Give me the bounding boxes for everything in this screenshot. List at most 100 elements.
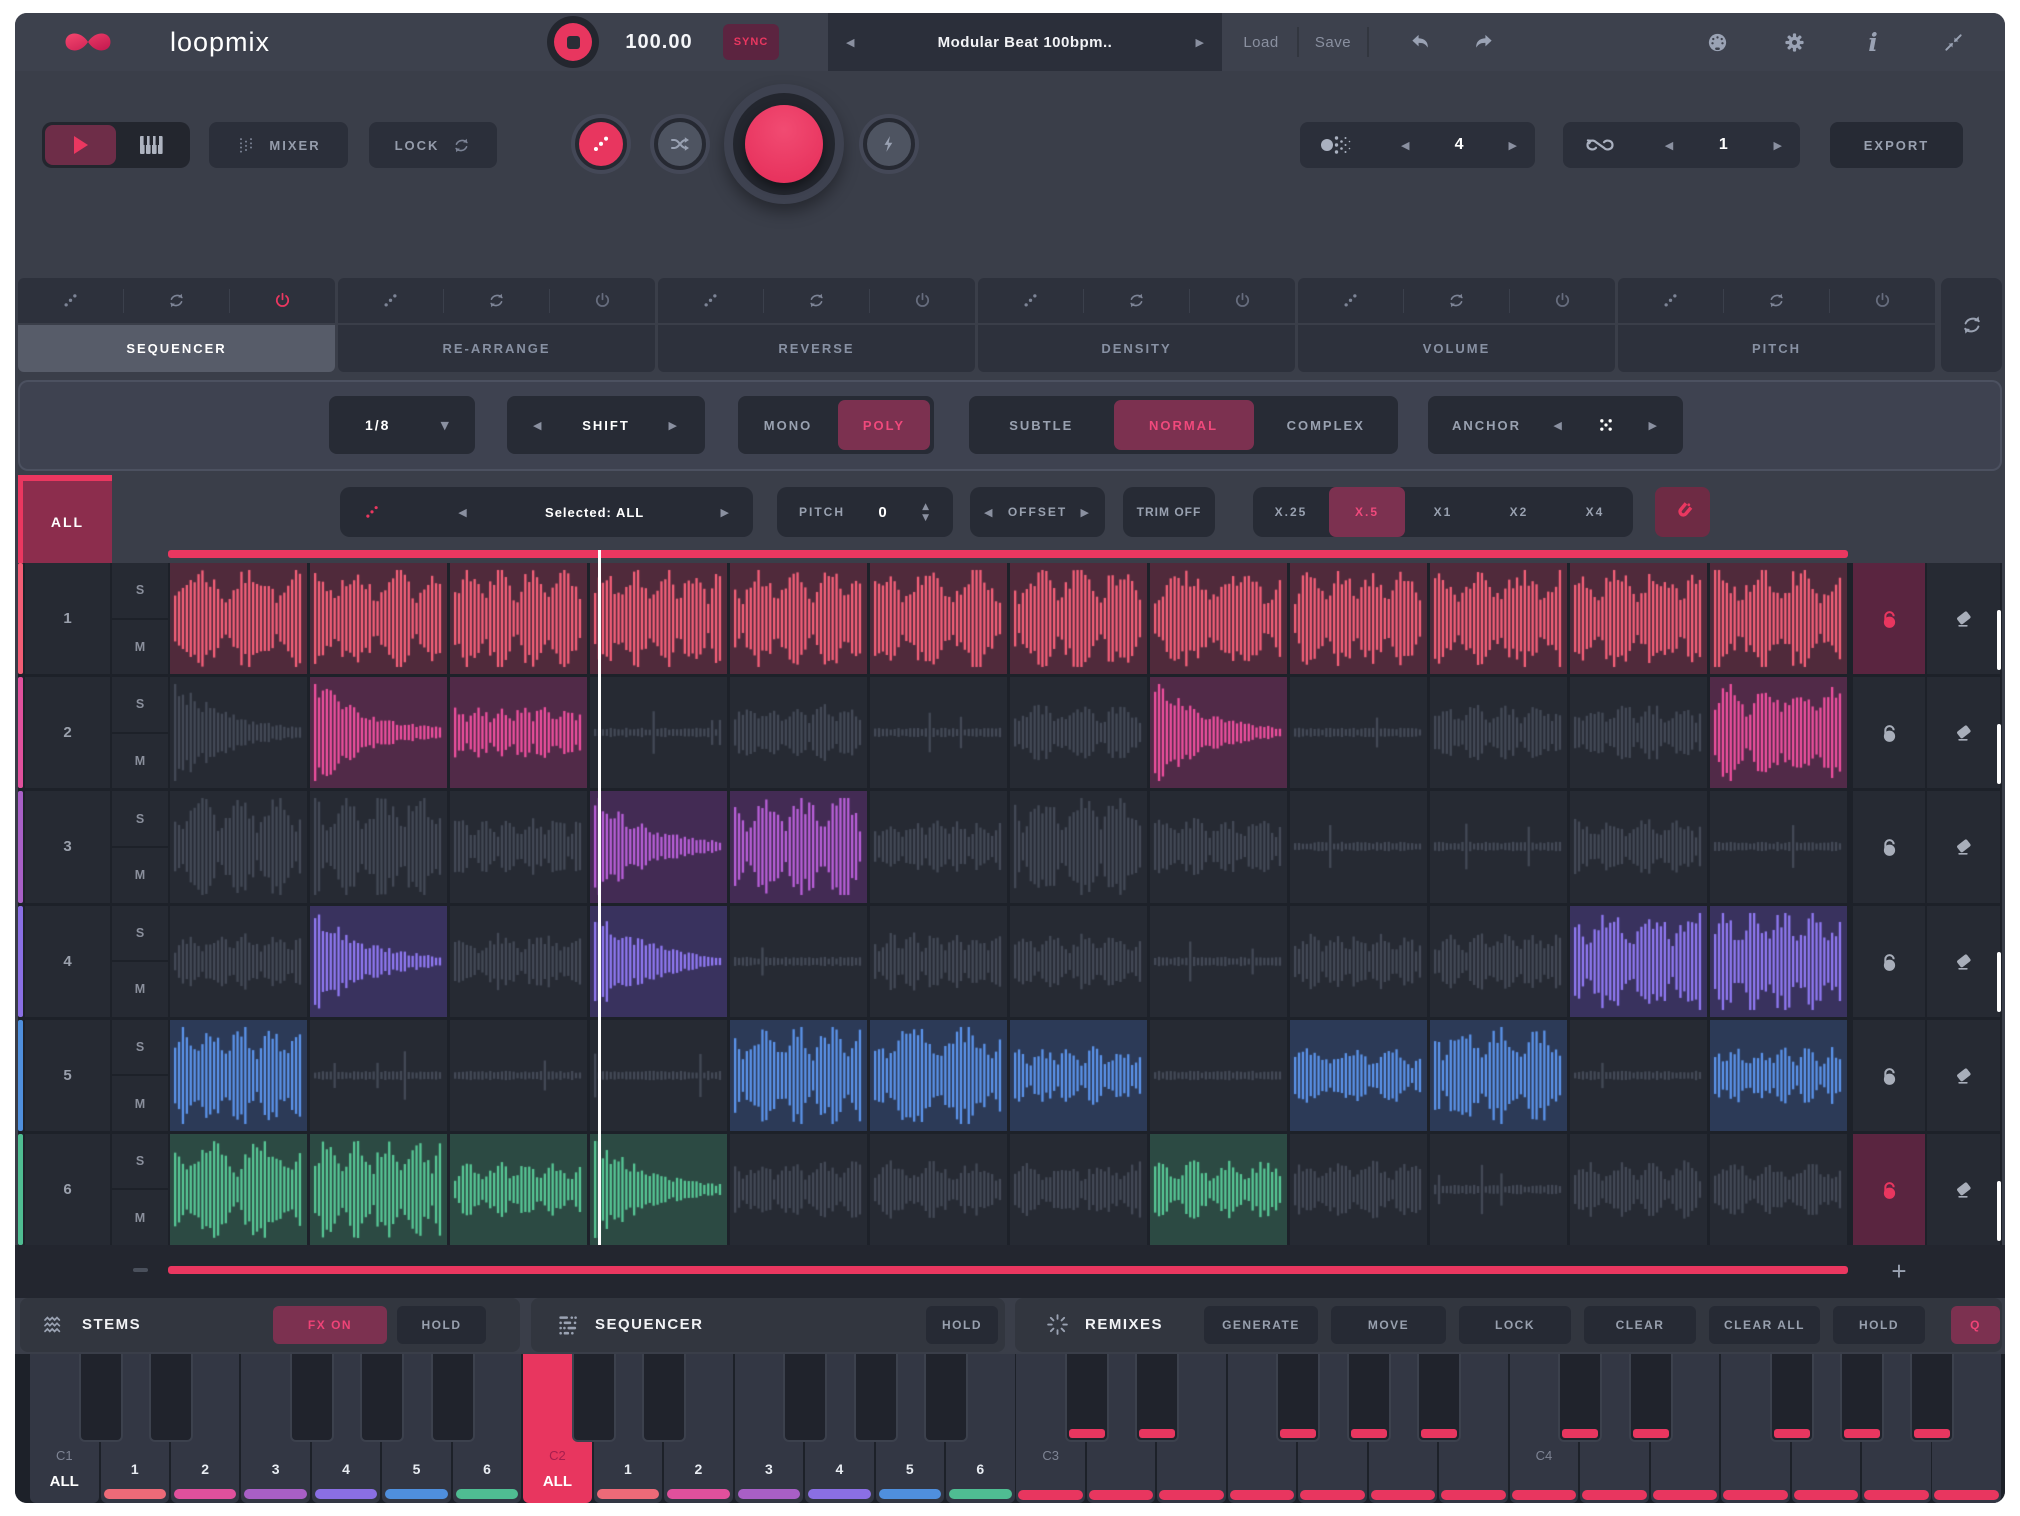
clip-cell[interactable] (1290, 791, 1427, 902)
export-button[interactable]: EXPORT (1830, 122, 1963, 168)
clip-cell[interactable] (870, 906, 1007, 1017)
clip-cell[interactable] (1710, 563, 1847, 674)
clip-cell[interactable] (870, 1020, 1007, 1131)
cycle-icon[interactable] (467, 291, 527, 310)
mute-button[interactable]: M (112, 1190, 168, 1245)
power-icon[interactable] (253, 291, 313, 310)
clip-cell[interactable] (1290, 906, 1427, 1017)
clip-cell[interactable] (730, 563, 867, 674)
clip-cell[interactable] (1290, 1020, 1427, 1131)
clip-cell[interactable] (1570, 906, 1707, 1017)
pattern-next-icon[interactable]: ▶ (1509, 139, 1517, 152)
loop-count-value[interactable]: 1 (1719, 136, 1728, 154)
randomize-icon[interactable] (361, 291, 421, 310)
scrollbar-mark[interactable] (1997, 724, 2001, 784)
pattern-prev-icon[interactable]: ◀ (1401, 139, 1409, 152)
track-erase-button[interactable] (1927, 1134, 2000, 1245)
undo-icon[interactable] (1400, 13, 1440, 71)
scrollbar-mark[interactable] (1997, 952, 2001, 1012)
clip-cell[interactable] (590, 563, 727, 674)
clip-cell[interactable] (1150, 1134, 1287, 1245)
clip-cell[interactable] (730, 1134, 867, 1245)
clip-cell[interactable] (310, 677, 447, 788)
clip-cell[interactable] (1150, 1020, 1287, 1131)
clip-cell[interactable] (1710, 906, 1847, 1017)
clip-cell[interactable] (1290, 1134, 1427, 1245)
playhead[interactable] (598, 550, 601, 1245)
cycle-icon[interactable] (147, 291, 207, 310)
clip-cell[interactable] (870, 1134, 1007, 1245)
loop-region-bar-bottom[interactable] (168, 1266, 1848, 1274)
clip-cell[interactable] (1570, 677, 1707, 788)
clip-cell[interactable] (1150, 563, 1287, 674)
clip-cell[interactable] (450, 677, 587, 788)
loop-next-icon[interactable]: ▶ (1774, 139, 1782, 152)
complex-button[interactable]: COMPLEX (1254, 418, 1399, 433)
piano-key-black[interactable] (1629, 1354, 1673, 1442)
shift-right-icon[interactable]: ▶ (669, 419, 679, 432)
piano-key-black[interactable] (642, 1354, 686, 1442)
randomize-icon[interactable] (1321, 291, 1381, 310)
solo-button[interactable]: S (112, 791, 168, 846)
clip-cell[interactable] (1010, 563, 1147, 674)
randomize-icon[interactable] (1641, 291, 1701, 310)
clip-cell[interactable] (1710, 1020, 1847, 1131)
clip-cell[interactable] (170, 791, 307, 902)
resize-collapse-icon[interactable] (1933, 13, 1973, 71)
clip-cell[interactable] (310, 1020, 447, 1131)
clip-cell[interactable] (310, 1134, 447, 1245)
fx-tab-pitch[interactable]: PITCH (1618, 325, 1935, 372)
piano-key-black[interactable] (1558, 1354, 1602, 1442)
piano-key-black[interactable] (1347, 1354, 1391, 1442)
solo-button[interactable]: S (112, 677, 168, 732)
fx-tab-density[interactable]: DENSITY (978, 325, 1295, 372)
cycle-icon[interactable] (1747, 291, 1807, 310)
clip-cell[interactable] (450, 1134, 587, 1245)
piano-key-black[interactable] (1840, 1354, 1884, 1442)
clip-cell[interactable] (870, 677, 1007, 788)
piano-key-black[interactable] (79, 1354, 123, 1442)
clip-cell[interactable] (450, 563, 587, 674)
clip-cell[interactable] (1010, 1020, 1147, 1131)
save-button[interactable]: Save (1301, 13, 1365, 71)
dice-dots-icon[interactable] (362, 502, 382, 522)
randomize-icon[interactable] (1001, 291, 1061, 310)
piano-key-black[interactable] (431, 1354, 475, 1442)
stems-hold-button[interactable]: HOLD (397, 1306, 486, 1344)
clip-cell[interactable] (1710, 677, 1847, 788)
clip-cell[interactable] (1010, 791, 1147, 902)
piano-key-black[interactable] (290, 1354, 334, 1442)
sync-button[interactable]: SYNC (723, 24, 779, 60)
piano-key-black[interactable] (360, 1354, 404, 1442)
clip-cell[interactable] (1430, 563, 1567, 674)
clip-cell[interactable] (170, 1134, 307, 1245)
piano-key-black[interactable] (783, 1354, 827, 1442)
midi-icon[interactable] (1697, 13, 1737, 71)
speed-x5-button[interactable]: X.5 (1329, 487, 1405, 537)
fx-tab-sequencer[interactable]: SEQUENCER (18, 325, 335, 372)
selected-value[interactable]: Selected: ALL (545, 505, 644, 520)
speed-x4-button[interactable]: X4 (1557, 505, 1633, 519)
clip-cell[interactable] (590, 791, 727, 902)
clip-cell[interactable] (1710, 1134, 1847, 1245)
clip-cell[interactable] (170, 677, 307, 788)
pattern-steps-value[interactable]: 4 (1455, 136, 1464, 154)
loop-region-bar-top[interactable] (168, 550, 1848, 558)
add-plus-icon[interactable]: + (1887, 1253, 1911, 1289)
fx-tab-volume[interactable]: VOLUME (1298, 325, 1615, 372)
clip-cell[interactable] (450, 791, 587, 902)
clip-cell[interactable] (310, 563, 447, 674)
clip-cell[interactable] (450, 906, 587, 1017)
sequencer-hold-button[interactable]: HOLD (926, 1306, 998, 1344)
piano-key-black[interactable] (1910, 1354, 1954, 1442)
randomize-dice-button[interactable] (575, 118, 627, 170)
clip-cell[interactable] (1430, 1134, 1567, 1245)
scrollbar-mark[interactable] (1997, 1181, 2001, 1241)
track-lock-button[interactable] (1853, 677, 1925, 788)
clip-cell[interactable] (1570, 563, 1707, 674)
normal-button[interactable]: NORMAL (1114, 400, 1254, 450)
power-icon[interactable] (1533, 291, 1593, 310)
offset-right-icon[interactable]: ▶ (1081, 506, 1091, 519)
clip-cell[interactable] (310, 906, 447, 1017)
load-button[interactable]: Load (1227, 13, 1295, 71)
